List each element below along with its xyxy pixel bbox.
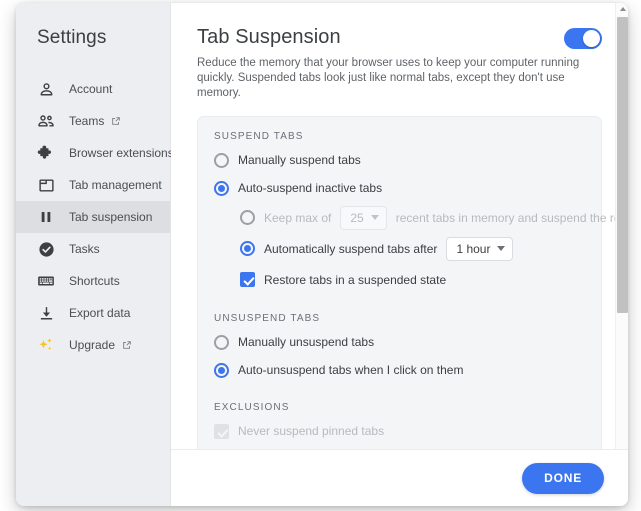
suspend-delay-value: 1 hour bbox=[456, 241, 491, 256]
radio-keep-max-recent-tabs[interactable] bbox=[240, 210, 255, 225]
settings-scroll-pane: Tab Suspension Reduce the memory that yo… bbox=[171, 3, 628, 449]
settings-sidebar: Settings Account Teams Browser extension… bbox=[16, 3, 174, 506]
suspend-tabs-section-label: SUSPEND TABS bbox=[214, 131, 304, 142]
puzzle-icon bbox=[37, 144, 55, 162]
page-description: Reduce the memory that your browser uses… bbox=[197, 57, 580, 99]
checkbox-restore-tabs-suspended[interactable] bbox=[240, 272, 255, 287]
sidebar-item-tab-suspension[interactable]: Tab suspension bbox=[16, 201, 170, 233]
person-icon bbox=[37, 80, 55, 98]
sidebar-item-teams[interactable]: Teams bbox=[16, 105, 170, 137]
option-label: Manually unsuspend tabs bbox=[238, 335, 375, 349]
sidebar-item-export-data[interactable]: Export data bbox=[16, 297, 170, 329]
sparkle-icon bbox=[37, 336, 55, 354]
sidebar-item-label: Account bbox=[69, 82, 113, 96]
checkbox-never-suspend-pinned-tabs[interactable] bbox=[214, 423, 229, 439]
keep-max-prefix-label: Keep max of bbox=[264, 210, 332, 225]
download-icon bbox=[37, 304, 55, 322]
option-label: Restore tabs in a suspended state bbox=[264, 272, 447, 287]
radio-auto-unsuspend-on-click[interactable] bbox=[214, 362, 229, 378]
sidebar-item-label: Browser extensions bbox=[69, 146, 174, 160]
option-automatically-suspend-after[interactable]: Automatically suspend tabs after 1 hour bbox=[214, 233, 585, 264]
option-restore-tabs-suspended[interactable]: Restore tabs in a suspended state bbox=[214, 264, 585, 295]
keep-max-count-select[interactable]: 25 bbox=[340, 205, 387, 230]
option-auto-unsuspend-on-click[interactable]: Auto-unsuspend tabs when I click on them bbox=[214, 356, 585, 384]
sidebar-item-upgrade[interactable]: Upgrade bbox=[16, 329, 170, 361]
suspend-delay-select[interactable]: 1 hour bbox=[446, 236, 514, 261]
settings-dialog-screen: Settings Account Teams Browser extension… bbox=[0, 0, 641, 511]
keep-max-suffix-label: recent tabs in memory and suspend the re… bbox=[395, 210, 628, 225]
scrollbar-thumb[interactable] bbox=[617, 17, 628, 313]
option-label: Never suspend pinned tabs bbox=[238, 424, 385, 438]
sidebar-title: Settings bbox=[37, 27, 107, 48]
settings-card: SUSPEND TABS Manually suspend tabs Auto-… bbox=[197, 116, 628, 449]
toggle-knob bbox=[583, 30, 600, 47]
external-link-icon bbox=[122, 340, 132, 350]
sidebar-item-label: Upgrade bbox=[69, 338, 116, 352]
sidebar-item-tasks[interactable]: Tasks bbox=[16, 233, 170, 265]
chevron-down-icon bbox=[497, 246, 506, 251]
done-button[interactable]: DONE bbox=[522, 462, 604, 494]
settings-dialog: Settings Account Teams Browser extension… bbox=[16, 3, 628, 506]
option-keep-max-recent-tabs[interactable]: Keep max of 25 recent tabs in memory and… bbox=[214, 202, 628, 233]
sidebar-item-browser-extensions[interactable]: Browser extensions bbox=[16, 137, 174, 169]
auto-after-prefix-label: Automatically suspend tabs after bbox=[264, 241, 438, 256]
option-never-suspend-pinned-tabs[interactable]: Never suspend pinned tabs bbox=[214, 417, 585, 445]
radio-manually-unsuspend-tabs[interactable] bbox=[214, 334, 229, 350]
page-header: Tab Suspension bbox=[197, 25, 602, 49]
chevron-down-icon bbox=[370, 215, 379, 220]
dialog-footer: DONE bbox=[171, 449, 628, 506]
external-link-icon bbox=[111, 116, 121, 126]
radio-manually-suspend-tabs[interactable] bbox=[214, 152, 229, 168]
option-auto-suspend-inactive-tabs[interactable]: Auto-suspend inactive tabs bbox=[214, 174, 585, 202]
people-icon bbox=[37, 112, 55, 130]
unsuspend-tabs-section-label: UNSUSPEND TABS bbox=[214, 313, 321, 324]
sidebar-item-label: Shortcuts bbox=[69, 274, 120, 288]
scroll-up-arrow-icon[interactable] bbox=[616, 3, 628, 15]
keyboard-icon bbox=[37, 272, 55, 290]
check-circle-icon bbox=[37, 240, 55, 258]
pause-icon bbox=[37, 208, 55, 226]
settings-content: Tab Suspension Reduce the memory that yo… bbox=[171, 3, 628, 506]
sidebar-item-label: Teams bbox=[69, 114, 105, 128]
option-manually-suspend-tabs[interactable]: Manually suspend tabs bbox=[214, 146, 585, 174]
keep-max-count-value: 25 bbox=[350, 210, 364, 225]
radio-automatically-suspend-after[interactable] bbox=[240, 241, 255, 256]
option-label: Auto-suspend inactive tabs bbox=[238, 181, 383, 195]
page-title: Tab Suspension bbox=[197, 26, 341, 48]
sidebar-item-label: Export data bbox=[69, 306, 131, 320]
sidebar-item-shortcuts[interactable]: Shortcuts bbox=[16, 265, 170, 297]
sidebar-item-tab-management[interactable]: Tab management bbox=[16, 169, 170, 201]
sidebar-item-label: Tasks bbox=[69, 242, 100, 256]
sidebar-item-account[interactable]: Account bbox=[16, 73, 170, 105]
content-scrollbar[interactable] bbox=[615, 3, 628, 506]
radio-auto-suspend-inactive-tabs[interactable] bbox=[214, 180, 229, 196]
option-label: Manually suspend tabs bbox=[238, 153, 361, 167]
option-manually-unsuspend-tabs[interactable]: Manually unsuspend tabs bbox=[214, 328, 585, 356]
tab-suspension-toggle[interactable] bbox=[564, 28, 602, 49]
sidebar-item-label: Tab management bbox=[69, 178, 162, 192]
exclusions-section-label: EXCLUSIONS bbox=[214, 402, 290, 413]
option-label: Auto-unsuspend tabs when I click on them bbox=[238, 363, 464, 377]
window-icon bbox=[37, 176, 55, 194]
sidebar-item-label: Tab suspension bbox=[69, 210, 153, 224]
